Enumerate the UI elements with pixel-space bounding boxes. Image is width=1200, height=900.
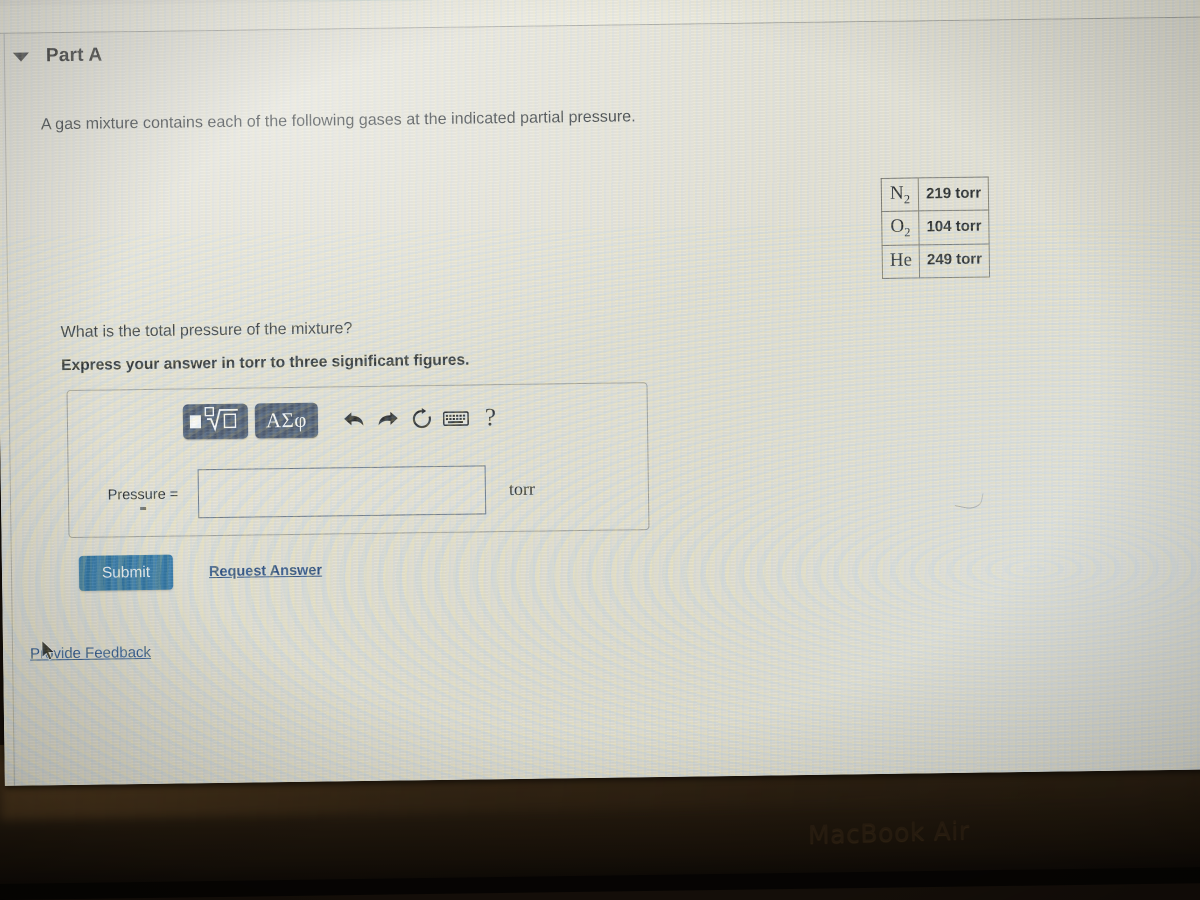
gas-pressure-cell: 104 torr bbox=[918, 210, 990, 245]
reset-circular-arrow-icon[interactable] bbox=[405, 401, 439, 435]
nth-root-icon bbox=[203, 406, 241, 438]
table-row: N2 219 torr bbox=[881, 176, 989, 212]
gas-symbol-cell: He bbox=[882, 244, 920, 279]
redo-arrow-icon[interactable] bbox=[371, 402, 405, 436]
laptop-screen: Part A A gas mixture contains each of th… bbox=[0, 0, 1200, 786]
gas-symbol-cell: N2 bbox=[881, 177, 919, 212]
macbook-air-label: MacBook Air bbox=[807, 815, 970, 850]
undo-arrow-icon[interactable] bbox=[337, 402, 371, 436]
table-row: He 249 torr bbox=[882, 243, 990, 279]
question-text: What is the total pressure of the mixtur… bbox=[60, 320, 353, 342]
gas-pressure-cell: 219 torr bbox=[918, 176, 989, 212]
gas-pressure-cell: 249 torr bbox=[919, 243, 990, 278]
screen-smudge bbox=[954, 488, 984, 512]
unit-label: torr bbox=[508, 478, 536, 500]
table-row: O2 104 torr bbox=[881, 210, 990, 246]
filled-square-icon bbox=[189, 415, 201, 429]
submit-button[interactable]: Submit bbox=[78, 554, 174, 591]
cursor-mark-icon bbox=[140, 506, 147, 510]
answer-row: Pressure = torr bbox=[69, 463, 651, 520]
request-answer-link[interactable]: Request Answer bbox=[209, 562, 322, 580]
instruction-text: Express your answer in torr to three sig… bbox=[61, 351, 470, 375]
gas-pressure-table: N2 219 torr O2 104 torr He 249 torr bbox=[880, 176, 991, 279]
triangle-down-icon[interactable] bbox=[12, 52, 30, 62]
problem-intro-text: A gas mixture contains each of the follo… bbox=[40, 108, 636, 134]
answer-label-text: Pressure = bbox=[107, 486, 179, 503]
keyboard-icon[interactable] bbox=[439, 401, 473, 435]
greek-letters-button[interactable]: ΑΣφ bbox=[254, 402, 319, 439]
help-icon[interactable]: ? bbox=[485, 404, 496, 432]
gas-symbol-cell: O2 bbox=[881, 211, 920, 246]
answer-input[interactable] bbox=[197, 465, 487, 519]
math-toolbar: ΑΣφ ? bbox=[182, 400, 497, 440]
action-row: Submit Request Answer bbox=[78, 553, 323, 591]
part-header: Part A bbox=[12, 44, 103, 68]
answer-label: Pressure = bbox=[88, 486, 198, 510]
laptop-photo: MacBook Air Part A A gas mixture contain… bbox=[0, 0, 1200, 900]
math-template-button[interactable] bbox=[182, 403, 249, 440]
problem-content: Part A A gas mixture contains each of th… bbox=[0, 17, 1200, 785]
page-title: Part A bbox=[45, 44, 103, 67]
answer-panel: ΑΣφ ? Pressure = torr bbox=[66, 382, 651, 539]
gas-table-body: N2 219 torr O2 104 torr He 249 torr bbox=[881, 176, 990, 279]
provide-feedback-link[interactable]: Provide Feedback bbox=[30, 644, 151, 663]
